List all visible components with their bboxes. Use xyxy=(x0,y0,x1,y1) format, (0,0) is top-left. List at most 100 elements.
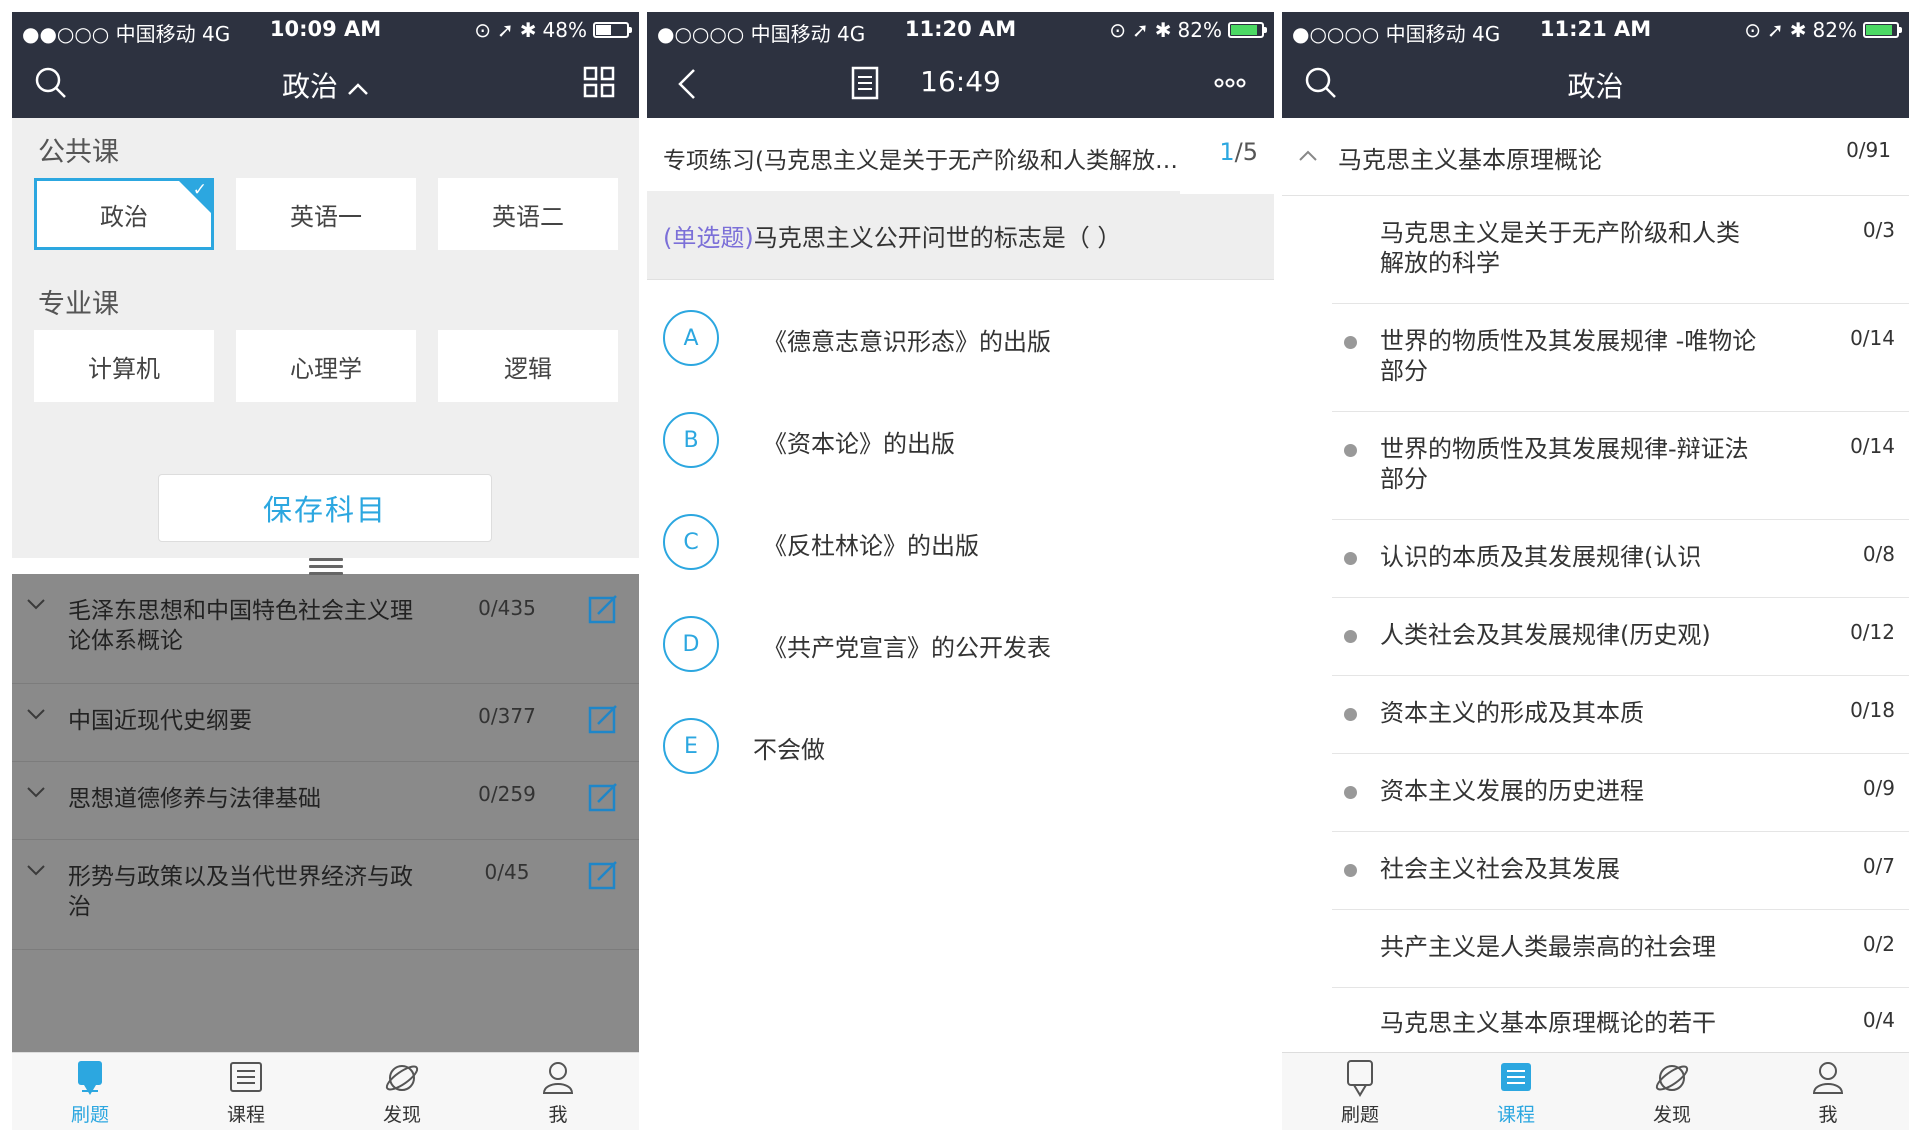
list-item[interactable]: 思想道德修养与法律基础 0/259 xyxy=(12,762,639,840)
bullet-dot xyxy=(1344,444,1357,457)
option-letter: A xyxy=(663,310,719,366)
bullet-dot xyxy=(1344,552,1357,565)
nav-title: 政治 xyxy=(282,70,339,103)
drag-handle-icon[interactable] xyxy=(309,558,343,580)
option-b[interactable]: B 《资本论》的出版 xyxy=(647,390,1274,492)
tab-courses[interactable]: 课程 xyxy=(1438,1059,1594,1127)
bullet-dot xyxy=(1344,708,1357,721)
course-title: 形势与政策以及当代世界经济与政治 xyxy=(68,864,413,920)
user-icon xyxy=(1812,1062,1844,1094)
option-text: 《德意志意识形态》的出版 xyxy=(763,328,1051,356)
option-text: 《资本论》的出版 xyxy=(763,430,955,458)
quiz-header: 专项练习(马克思主义是关于无产阶级和人类解放的科学) 1/5 xyxy=(647,118,1274,194)
subject-chip-politics[interactable]: 政治 ✓ xyxy=(34,178,214,250)
grid-icon[interactable] xyxy=(583,66,615,98)
option-c[interactable]: C 《反杜林论》的出版 xyxy=(647,492,1274,594)
status-right: ⊙ ➚ ✱ 82% xyxy=(1744,18,1902,42)
chapter-item[interactable]: 马克思主义是关于无产阶级和人类解放的科学 0/3 xyxy=(1332,196,1909,304)
bullet-dot xyxy=(1344,336,1357,349)
course-title: 中国近现代史纲要 xyxy=(68,708,252,734)
subject-chip-logic[interactable]: 逻辑 xyxy=(438,330,618,402)
nav-bar: 政治 xyxy=(1282,48,1909,118)
chapter-title: 资本主义发展的历史进程 xyxy=(1380,777,1644,805)
phone-course-chapters: ●○○○○ 中国移动 4G 11:21 AM ⊙ ➚ ✱ 82% 政治 马克思主… xyxy=(1282,12,1909,1130)
tab-me[interactable]: 我 xyxy=(480,1059,636,1127)
lock-icon: ⊙ xyxy=(1109,18,1127,42)
tab-me[interactable]: 我 xyxy=(1750,1059,1906,1127)
question-text: 马克思主义公开问世的标志是（ ） xyxy=(753,224,1122,252)
battery-percent: 82% xyxy=(1177,18,1222,42)
edit-icon[interactable] xyxy=(588,704,618,734)
option-text: 《共产党宣言》的公开发表 xyxy=(763,634,1051,662)
option-d[interactable]: D 《共产党宣言》的公开发表 xyxy=(647,594,1274,696)
status-bar: ●○○○○ 中国移动 4G 11:20 AM ⊙ ➚ ✱ 82% xyxy=(647,12,1274,48)
tab-label: 发现 xyxy=(382,1104,421,1126)
tab-label: 课程 xyxy=(226,1104,265,1126)
chapter-item[interactable]: 资本主义的形成及其本质 0/18 xyxy=(1332,676,1909,754)
section-header[interactable]: 马克思主义基本原理概论 0/91 xyxy=(1282,118,1909,196)
subject-chip-computer[interactable]: 计算机 xyxy=(34,330,214,402)
chevron-up-icon xyxy=(1299,150,1317,161)
chapter-item[interactable]: 人类社会及其发展规律(历史观) 0/12 xyxy=(1332,598,1909,676)
chapter-item[interactable]: 资本主义发展的历史进程 0/9 xyxy=(1332,754,1909,832)
subject-chip-english2[interactable]: 英语二 xyxy=(438,178,618,250)
practice-title: 专项练习(马克思主义是关于无产阶级和人类解放的科学) xyxy=(663,148,1183,174)
bullet-dot xyxy=(1344,864,1357,877)
pencil-icon xyxy=(78,1061,102,1095)
edit-icon[interactable] xyxy=(588,594,618,624)
chevron-up-icon xyxy=(348,83,368,95)
bullet-dot xyxy=(1344,630,1357,643)
bluetooth-icon: ✱ xyxy=(1154,18,1172,42)
chapter-title: 世界的物质性及其发展规律 -唯物论部分 xyxy=(1380,327,1757,385)
chapter-count: 0/8 xyxy=(1862,542,1895,566)
chapter-item[interactable]: 世界的物质性及其发展规律-辩证法部分 0/14 xyxy=(1332,412,1909,520)
subject-chip-english1[interactable]: 英语一 xyxy=(236,178,416,250)
save-subjects-button[interactable]: 保存科目 xyxy=(158,474,492,542)
course-title: 思想道德修养与法律基础 xyxy=(68,786,321,812)
location-icon: ➚ xyxy=(1767,18,1784,42)
tab-bar: 刷题 课程 发现 我 xyxy=(1282,1052,1909,1130)
option-letter: E xyxy=(663,718,719,774)
list-item[interactable]: 形势与政策以及当代世界经济与政治 0/45 xyxy=(12,840,639,950)
tab-practice[interactable]: 刷题 xyxy=(1282,1059,1438,1127)
edit-icon[interactable] xyxy=(588,860,618,890)
chapter-count: 0/14 xyxy=(1850,434,1895,458)
bullet-dot xyxy=(1344,786,1357,799)
subject-chip-psychology[interactable]: 心理学 xyxy=(236,330,416,402)
tab-label: 发现 xyxy=(1652,1104,1691,1126)
option-letter: C xyxy=(663,514,719,570)
list-item[interactable]: 毛泽东思想和中国特色社会主义理论体系概论 0/435 xyxy=(12,574,639,684)
location-icon: ➚ xyxy=(1132,18,1149,42)
chapter-count: 0/14 xyxy=(1850,326,1895,350)
chapter-item[interactable]: 认识的本质及其发展规律(认识 0/8 xyxy=(1332,520,1909,598)
chapter-count: 0/7 xyxy=(1862,854,1895,878)
option-a[interactable]: A 《德意志意识形态》的出版 xyxy=(647,288,1274,390)
tab-discover[interactable]: 发现 xyxy=(324,1059,480,1127)
tab-practice[interactable]: 刷题 xyxy=(12,1059,168,1127)
chapter-title: 世界的物质性及其发展规律-辩证法部分 xyxy=(1380,435,1749,493)
chapter-title: 马克思主义是关于无产阶级和人类解放的科学 xyxy=(1380,219,1740,277)
major-course-label: 专业课 xyxy=(38,289,119,320)
more-icon[interactable] xyxy=(1214,78,1246,88)
option-e[interactable]: E 不会做 xyxy=(647,696,1274,798)
page-indicator: 1/5 xyxy=(1219,138,1258,166)
list-icon xyxy=(230,1062,262,1092)
chapter-item[interactable]: 共产主义是人类最崇高的社会理 0/2 xyxy=(1332,910,1909,988)
tab-courses[interactable]: 课程 xyxy=(168,1059,324,1127)
tab-label: 我 xyxy=(1818,1104,1838,1126)
chapter-count: 0/9 xyxy=(1862,776,1895,800)
planet-icon xyxy=(1655,1065,1689,1091)
lock-icon: ⊙ xyxy=(1744,18,1762,42)
subject-dropdown[interactable]: 政治 xyxy=(12,65,639,105)
list-item[interactable]: 中国近现代史纲要 0/377 xyxy=(12,684,639,762)
chapter-item[interactable]: 社会主义社会及其发展 0/7 xyxy=(1332,832,1909,910)
chevron-down-icon xyxy=(27,709,45,720)
course-list-overlay: 毛泽东思想和中国特色社会主义理论体系概论 0/435 中国近现代史纲要 0/37… xyxy=(12,574,639,1052)
pencil-icon xyxy=(1347,1060,1373,1097)
chevron-down-icon xyxy=(27,787,45,798)
chapter-count: 0/18 xyxy=(1850,698,1895,722)
chapter-item[interactable]: 世界的物质性及其发展规律 -唯物论部分 0/14 xyxy=(1332,304,1909,412)
lock-icon: ⊙ xyxy=(474,18,492,42)
tab-discover[interactable]: 发现 xyxy=(1594,1059,1750,1127)
edit-icon[interactable] xyxy=(588,782,618,812)
